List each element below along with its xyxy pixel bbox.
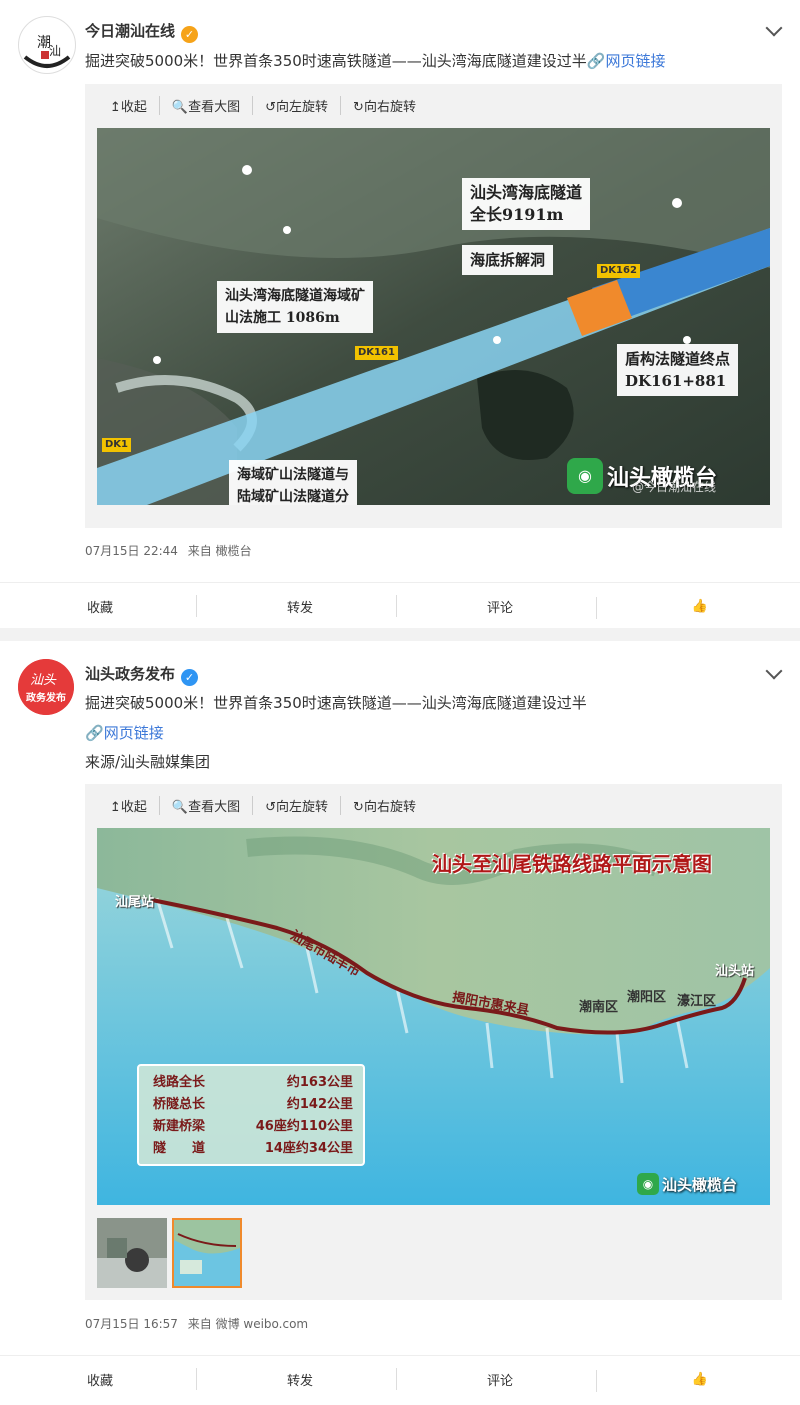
tunnel-image[interactable]: 汕头湾海底隧道 全长9191m 海底拆解洞 汕头湾海底隧道海域矿 山法施工 10… — [97, 128, 770, 505]
image-logo: ◉ 汕头橄榄台 — [637, 1173, 737, 1195]
verified-badge-icon: ✓ — [181, 669, 199, 686]
olive-logo-icon: ◉ — [637, 1173, 659, 1195]
media-toolbar: ↥收起 🔍查看大图 ↺向左旋转 ↻向右旋转 — [110, 796, 440, 815]
rotate-right-button[interactable]: ↻向右旋转 — [353, 96, 428, 115]
station-label: 汕头站 — [715, 964, 755, 979]
stats-row: 新建桥梁 46座约110公里 — [153, 1119, 353, 1134]
tunnel-diagram-graphic — [97, 128, 770, 505]
image-label-shield-end: 盾构法隧道终点 DK161+881 — [617, 344, 739, 396]
verified-badge-icon: ✓ — [181, 26, 199, 43]
view-large-button[interactable]: 🔍查看大图 — [172, 796, 254, 815]
author-avatar[interactable]: 汕头 政务发布 — [18, 659, 74, 715]
repost-button[interactable]: 转发 — [196, 594, 400, 617]
post-actions: 收藏 转发 评论 👍 — [0, 1355, 800, 1402]
author-name-text[interactable]: 今日潮汕在线 — [85, 22, 175, 40]
svg-text:政务发布: 政务发布 — [26, 691, 66, 704]
station-label: 潮南区 — [579, 1000, 619, 1015]
post-meta: 07月15日 16:57 来自 微博 weibo.com — [85, 1315, 308, 1332]
rotate-left-button[interactable]: ↺向左旋转 — [265, 96, 342, 115]
comment-button[interactable]: 评论 — [396, 594, 600, 617]
rotate-right-button[interactable]: ↻向右旋转 — [353, 796, 428, 815]
author-name-text[interactable]: 汕头政务发布 — [85, 665, 175, 683]
post-actions: 收藏 转发 评论 👍 — [0, 582, 800, 629]
post-text-content: 掘进突破5000米！世界首条350时速高铁隧道——汕头湾海底隧道建设过半 — [85, 52, 587, 70]
favorite-button[interactable]: 收藏 — [0, 1370, 200, 1389]
view-large-button[interactable]: 🔍查看大图 — [172, 96, 254, 115]
station-label: 潮阳区 — [627, 990, 667, 1005]
media-box: ↥收起 🔍查看大图 ↺向左旋转 ↻向右旋转 — [85, 84, 782, 528]
post-meta: 07月15日 22:44 来自 橄榄台 — [85, 542, 252, 559]
svg-text:汕头: 汕头 — [30, 673, 57, 688]
post-time[interactable]: 07月15日 22:44 — [85, 544, 178, 558]
chevron-down-icon[interactable] — [765, 662, 783, 680]
rotate-left-button[interactable]: ↺向左旋转 — [265, 796, 342, 815]
post-text: 掘进突破5000米！世界首条350时速高铁隧道——汕头湾海底隧道建设过半🔗网页链… — [85, 49, 785, 73]
chevron-down-icon[interactable] — [765, 19, 783, 37]
marker-dk162: DK162 — [597, 264, 640, 278]
svg-text:汕: 汕 — [49, 44, 61, 58]
watermark: @今日潮汕在线 — [632, 480, 717, 494]
comment-button[interactable]: 评论 — [396, 1367, 600, 1390]
image-label-mining-section: 汕头湾海底隧道海域矿 山法施工 1086m — [217, 281, 373, 333]
image-label-tunnel-length: 汕头湾海底隧道 全长9191m — [462, 178, 591, 230]
author-name[interactable]: 今日潮汕在线 ✓ — [85, 20, 199, 43]
web-link[interactable]: 🔗网页链接 — [587, 52, 666, 70]
author-avatar[interactable]: 潮 汕 — [18, 16, 76, 74]
favorite-button[interactable]: 收藏 — [0, 597, 200, 616]
post-card: 汕头 政务发布 汕头政务发布 ✓ 掘进突破5000米！世界首条350时速高铁隧道—… — [0, 641, 800, 1405]
thumbnail-tunnel[interactable] — [97, 1218, 167, 1288]
marker-dk161: DK161 — [355, 346, 398, 360]
olive-logo-icon: ◉ — [567, 458, 603, 494]
post-text: 掘进突破5000米！世界首条350时速高铁隧道——汕头湾海底隧道建设过半 — [85, 694, 587, 712]
thumbnail-map[interactable] — [172, 1218, 242, 1288]
station-label: 濠江区 — [677, 994, 717, 1009]
post-card: 潮 汕 今日潮汕在线 ✓ 掘进突破5000米！世界首条350时速高铁隧道——汕头湾… — [0, 0, 800, 628]
media-toolbar: ↥收起 🔍查看大图 ↺向左旋转 ↻向右旋转 — [110, 96, 440, 115]
like-button[interactable]: 👍 — [596, 596, 800, 619]
marker-dk1: DK1 — [102, 438, 132, 452]
post-source-line: 来源/汕头融媒集团 — [85, 753, 211, 771]
avatar-logo-icon: 汕头 政务发布 — [18, 659, 74, 715]
thumbs-up-icon[interactable]: 👍 — [692, 599, 708, 614]
thumbs-up-icon[interactable]: 👍 — [692, 1372, 708, 1387]
web-link-label[interactable]: 网页链接 — [606, 52, 666, 70]
web-link-label[interactable]: 网页链接 — [104, 724, 164, 742]
stats-row: 线路全长 约163公里 — [153, 1075, 353, 1090]
post-source: 来自 橄榄台 — [187, 544, 252, 558]
repost-button[interactable]: 转发 — [196, 1367, 400, 1390]
avatar-logo-icon: 潮 汕 — [20, 18, 74, 72]
image-label-disassembly: 海底拆解洞 — [462, 245, 554, 275]
map-title: 汕头至汕尾铁路线路平面示意图 — [432, 852, 712, 876]
web-link[interactable]: 🔗网页链接 — [85, 721, 164, 745]
author-name[interactable]: 汕头政务发布 ✓ — [85, 663, 199, 686]
collapse-button[interactable]: ↥收起 — [110, 96, 160, 115]
railway-map-image[interactable]: 汕头至汕尾铁路线路平面示意图 汕尾站 汕尾市陆丰市 揭阳市惠来县 潮南区 潮阳区… — [97, 828, 770, 1205]
stats-row: 桥隧总长 约142公里 — [153, 1097, 353, 1112]
post-source: 来自 微博 weibo.com — [187, 1317, 309, 1331]
station-label: 汕尾站 — [115, 895, 155, 910]
collapse-button[interactable]: ↥收起 — [110, 796, 160, 815]
image-label-boundary: 海域矿山法隧道与 陆域矿山法隧道分 — [229, 460, 357, 505]
post-time[interactable]: 07月15日 16:57 — [85, 1317, 178, 1331]
stats-row: 隧 道 14座约34公里 — [153, 1141, 353, 1156]
stats-panel: 线路全长 约163公里 桥隧总长 约142公里 新建桥梁 46座约110公里 隧 道1… — [137, 1064, 365, 1166]
like-button[interactable]: 👍 — [596, 1369, 800, 1392]
